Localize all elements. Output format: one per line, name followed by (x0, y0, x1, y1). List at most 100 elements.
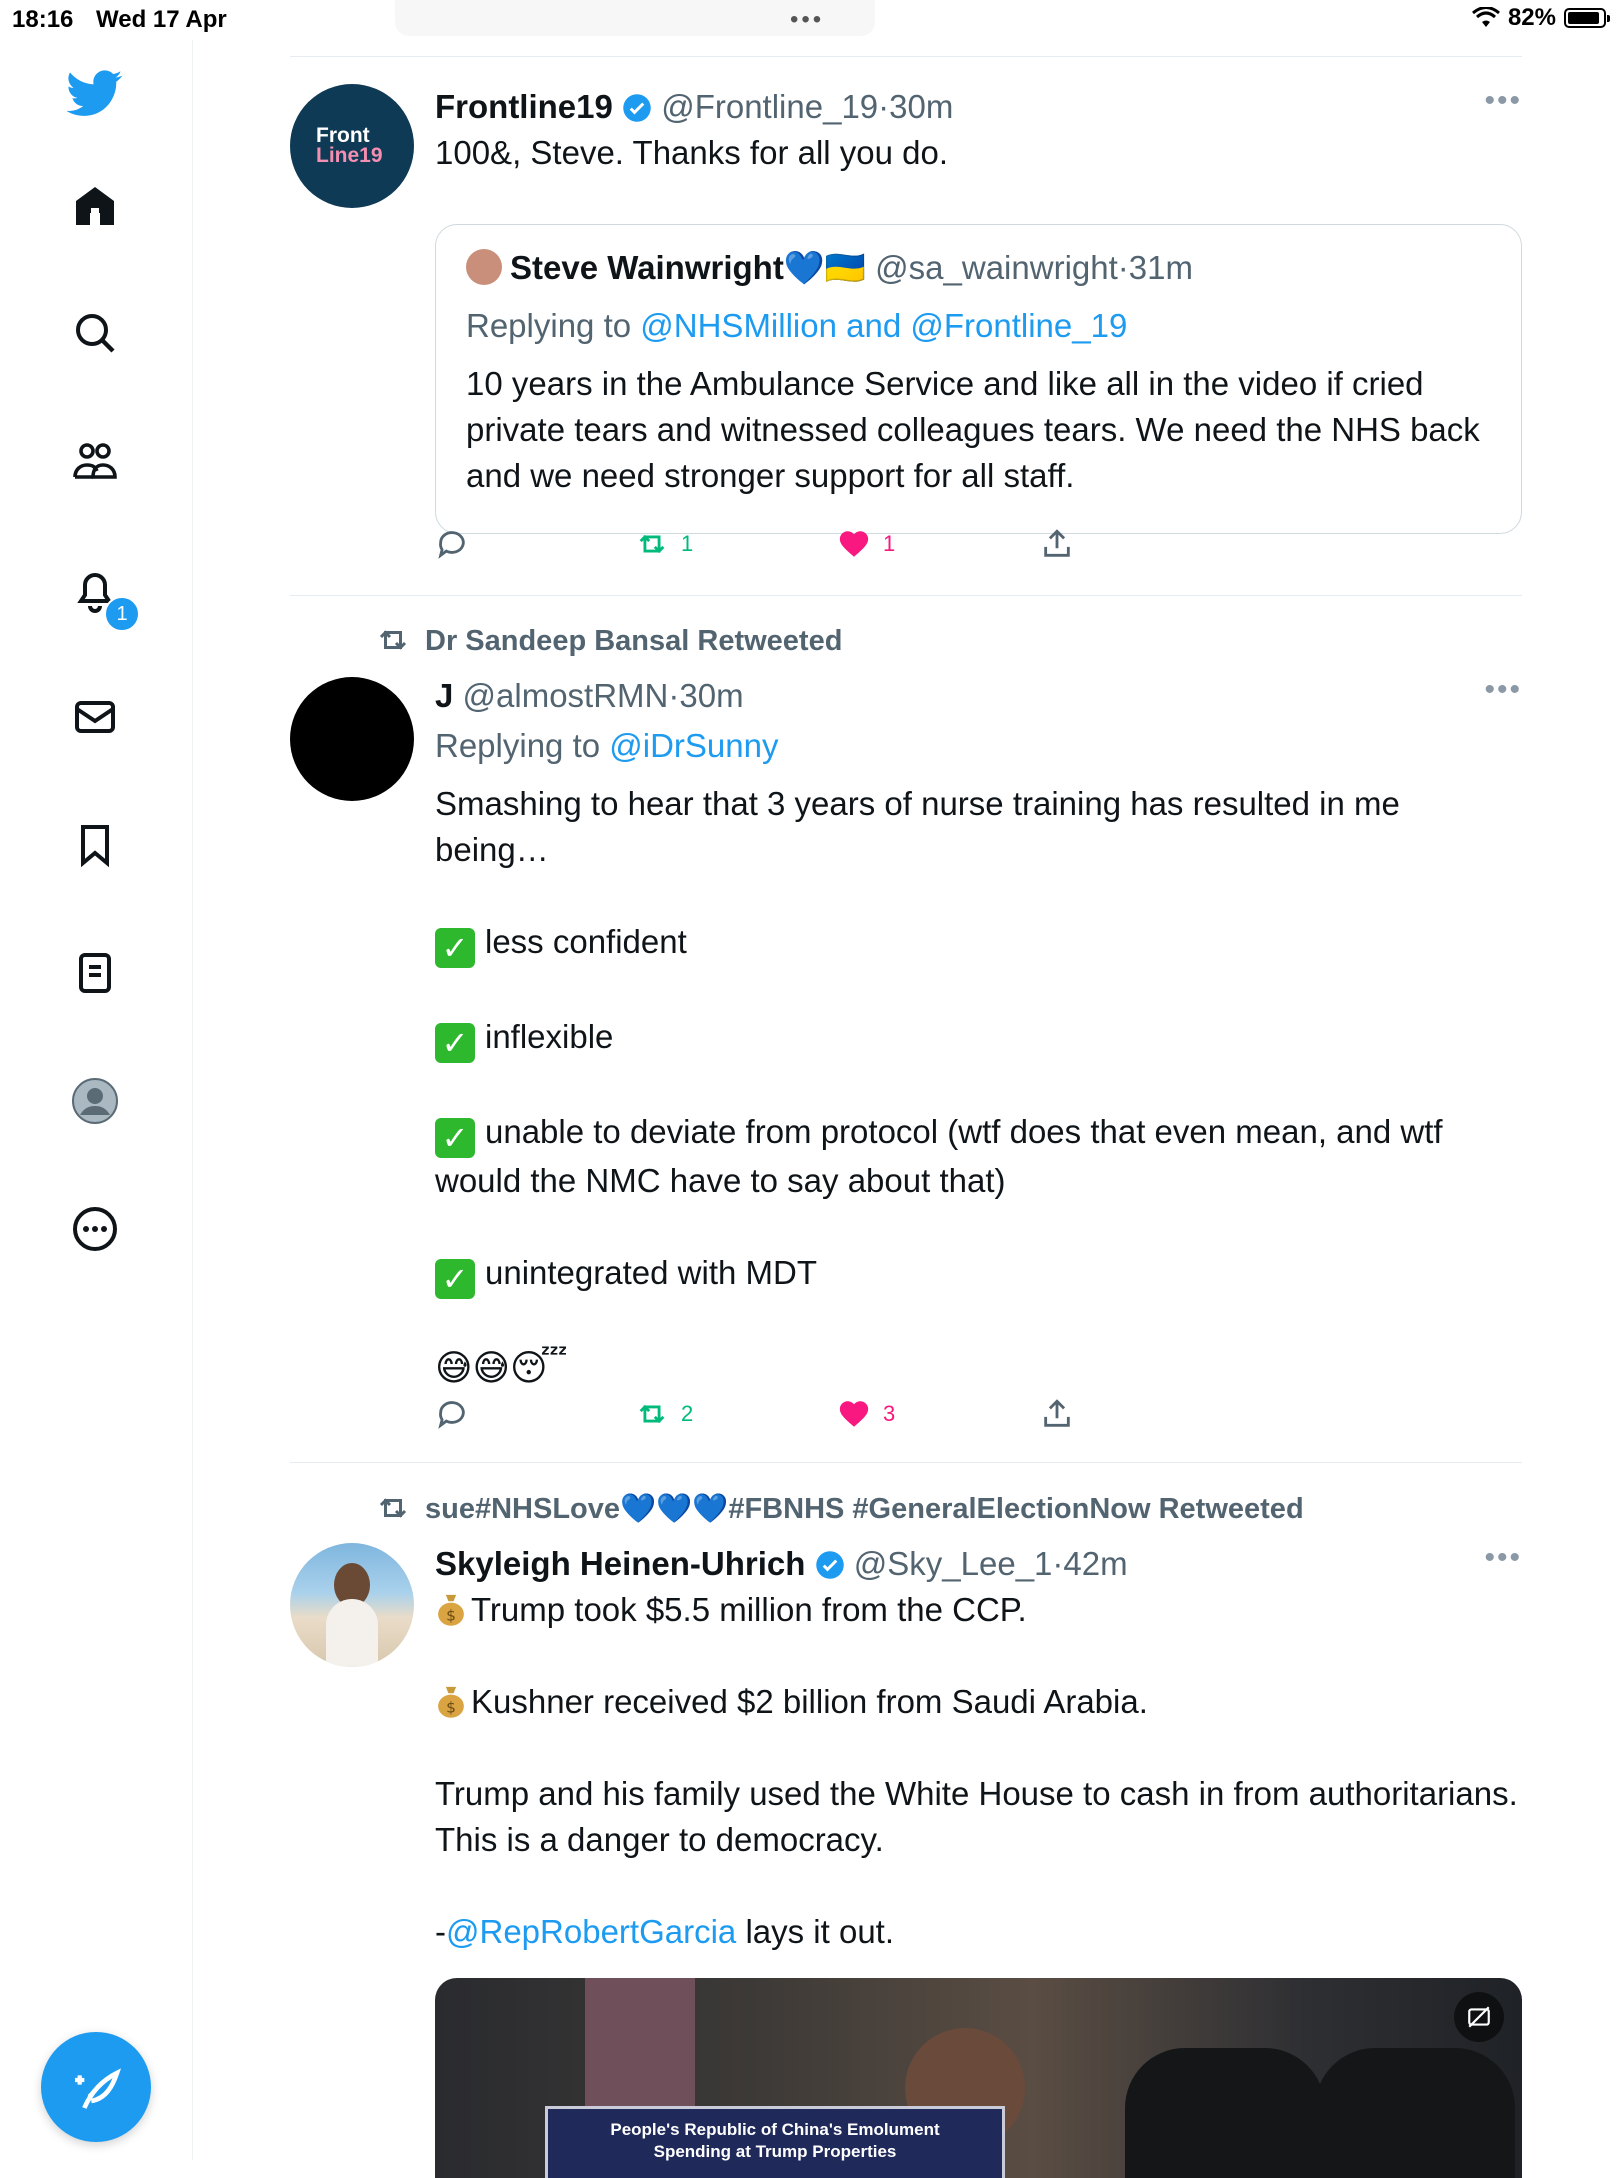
svg-text:$: $ (446, 1607, 456, 1625)
tweet-text: Kushner received $2 billion from Saudi A… (471, 1683, 1148, 1720)
tweet-header: J @almostRMN·30m (435, 673, 1522, 719)
separator: · (1052, 1545, 1064, 1582)
home-icon[interactable] (62, 173, 128, 239)
tweet-sky-lee-1[interactable]: Skyleigh Heinen-Uhrich @Sky_Lee_1·42m $ T… (290, 1541, 1522, 2178)
checklist-text: inflexible (485, 1018, 614, 1055)
svg-text:$: $ (446, 1699, 456, 1717)
verified-badge-icon (815, 1551, 844, 1579)
author-name[interactable]: Frontline19 (435, 88, 613, 125)
check-emoji-icon: ✓ (435, 928, 475, 968)
status-bar: 18:16 Wed 17 Apr ••• 82% (0, 0, 1620, 40)
separator: · (878, 88, 890, 125)
quote-text: 10 years in the Ambulance Service and li… (466, 365, 1480, 494)
money-bag-emoji-icon: $ (438, 1686, 464, 1718)
author-name[interactable]: J (435, 677, 453, 714)
retweeted-by-label[interactable]: Dr Sandeep Bansal Retweeted (375, 622, 842, 658)
tweet-more-icon[interactable]: ••• (1484, 673, 1522, 707)
checklist-item: ✓ inflexible (435, 1014, 1522, 1063)
wifi-icon (1471, 7, 1500, 27)
quote-author-handle: @sa_wainwright (875, 249, 1118, 286)
notification-badge: 1 (104, 596, 140, 632)
tweet-more-icon[interactable]: ••• (1484, 84, 1522, 118)
tweet-media-video[interactable]: People's Republic of China's Emolument S… (435, 1978, 1522, 2178)
emoji-line: 😅😅😴 (435, 1347, 568, 1388)
replying-to-link[interactable]: @iDrSunny (609, 727, 778, 764)
retweet-icon (639, 1404, 665, 1424)
media-caption-banner: People's Republic of China's Emolument S… (545, 2106, 1005, 2178)
reply-button[interactable] (435, 1397, 469, 1431)
messages-icon[interactable] (62, 684, 128, 750)
share-button[interactable] (1040, 1397, 1074, 1431)
like-heart-icon (839, 531, 869, 557)
share-icon (1044, 1399, 1070, 1427)
divider (290, 1462, 1522, 1463)
profile-avatar-icon[interactable] (62, 1068, 128, 1134)
share-button[interactable] (1040, 527, 1074, 561)
tweet-almostrmn[interactable]: J @almostRMN·30m Replying to @iDrSunny S… (290, 673, 1522, 1443)
author-handle[interactable]: @almostRMN (463, 677, 669, 714)
reply-icon (438, 531, 465, 559)
divider (290, 595, 1522, 596)
bookmarks-icon[interactable] (62, 812, 128, 878)
retweeted-by-label[interactable]: sue#NHSLove💙💙💙#FBNHS #GeneralElectionNow… (375, 1490, 1304, 1526)
author-handle[interactable]: @Frontline_19 (661, 88, 878, 125)
multitask-dots-icon[interactable]: ••• (790, 6, 824, 34)
replying-to-link[interactable]: @NHSMillion and @Frontline_19 (640, 307, 1127, 344)
tweet-line: $ Trump took $5.5 million from the CCP. (435, 1587, 1522, 1633)
avatar[interactable]: Front Line19 (290, 84, 414, 208)
checklist-item: ✓ unintegrated with MDT (435, 1250, 1522, 1299)
more-options-icon[interactable] (62, 1196, 128, 1262)
separator: · (1117, 249, 1129, 286)
tweet-time[interactable]: 30m (889, 88, 953, 125)
tweet-text: Trump and his family used the White Hous… (435, 1775, 1518, 1858)
divider (290, 56, 1522, 57)
like-count: 1 (883, 531, 896, 556)
explore-icon[interactable] (62, 300, 128, 366)
tweet-time[interactable]: 42m (1063, 1545, 1127, 1582)
tweet-frontline19[interactable]: Front Line19 Frontline19 @Frontline_19·3… (290, 84, 1522, 564)
mention-link[interactable]: @RepRobertGarcia (446, 1913, 736, 1950)
avatar-text: Line19 (316, 144, 383, 167)
tweet-line: -@RepRobertGarcia lays it out. (435, 1909, 1522, 1955)
tweet-header: Frontline19 @Frontline_19·30m (435, 84, 1522, 130)
tweet-text: - (435, 1913, 446, 1950)
quote-time: 31m (1128, 249, 1193, 286)
status-date: Wed 17 Apr (96, 6, 227, 33)
media-sensitive-toggle-icon[interactable] (1454, 1992, 1504, 2042)
retweeted-by-text: sue#NHSLove💙💙💙#FBNHS #GeneralElectionNow… (425, 1493, 1304, 1525)
quote-header: Steve Wainwright💙🇺🇦 @sa_wainwright·31m (466, 245, 1193, 291)
replying-line: Replying to @iDrSunny (435, 723, 1522, 769)
checklist-item: ✓ unable to deviate from protocol (wtf do… (435, 1109, 1522, 1204)
like-count: 3 (883, 1401, 896, 1426)
reply-button[interactable] (435, 527, 469, 561)
author-name[interactable]: Skyleigh Heinen-Uhrich (435, 1545, 805, 1582)
avatar[interactable] (290, 677, 414, 801)
like-heart-icon (839, 1401, 869, 1427)
like-button[interactable]: 3 (837, 1397, 895, 1431)
checklist-text: unable to deviate from protocol (wtf doe… (435, 1113, 1443, 1199)
tweet-text: 100&, Steve. Thanks for all you do. (435, 134, 949, 171)
compose-tweet-button[interactable] (41, 2032, 151, 2142)
checklist-item: ✓ less confident (435, 919, 1522, 968)
quote-tweet-card[interactable]: Steve Wainwright💙🇺🇦 @sa_wainwright·31m R… (435, 224, 1522, 534)
lists-icon[interactable] (62, 940, 128, 1006)
like-button[interactable]: 1 (837, 527, 895, 561)
tweet-actions: 2 3 (435, 1397, 1135, 1437)
feather-plus-icon (75, 2068, 121, 2109)
avatar-text: Front (316, 124, 370, 147)
retweet-button[interactable]: 2 (635, 1397, 693, 1431)
quote-avatar (466, 249, 502, 285)
tweet-text: lays it out. (736, 1913, 895, 1950)
money-bag-emoji-icon: $ (438, 1594, 464, 1626)
tweet-time[interactable]: 30m (679, 677, 743, 714)
author-handle[interactable]: @Sky_Lee_1 (854, 1545, 1053, 1582)
retweet-button[interactable]: 1 (635, 527, 693, 561)
separator: · (668, 677, 680, 714)
avatar[interactable] (290, 1543, 414, 1667)
retweet-icon (639, 534, 665, 554)
twitter-logo-icon[interactable] (62, 60, 128, 126)
tweet-actions: 1 1 (435, 527, 1135, 567)
tweet-more-icon[interactable]: ••• (1484, 1541, 1522, 1575)
tweet-text-intro: Smashing to hear that 3 years of nurse t… (435, 785, 1400, 868)
communities-icon[interactable] (62, 428, 128, 494)
